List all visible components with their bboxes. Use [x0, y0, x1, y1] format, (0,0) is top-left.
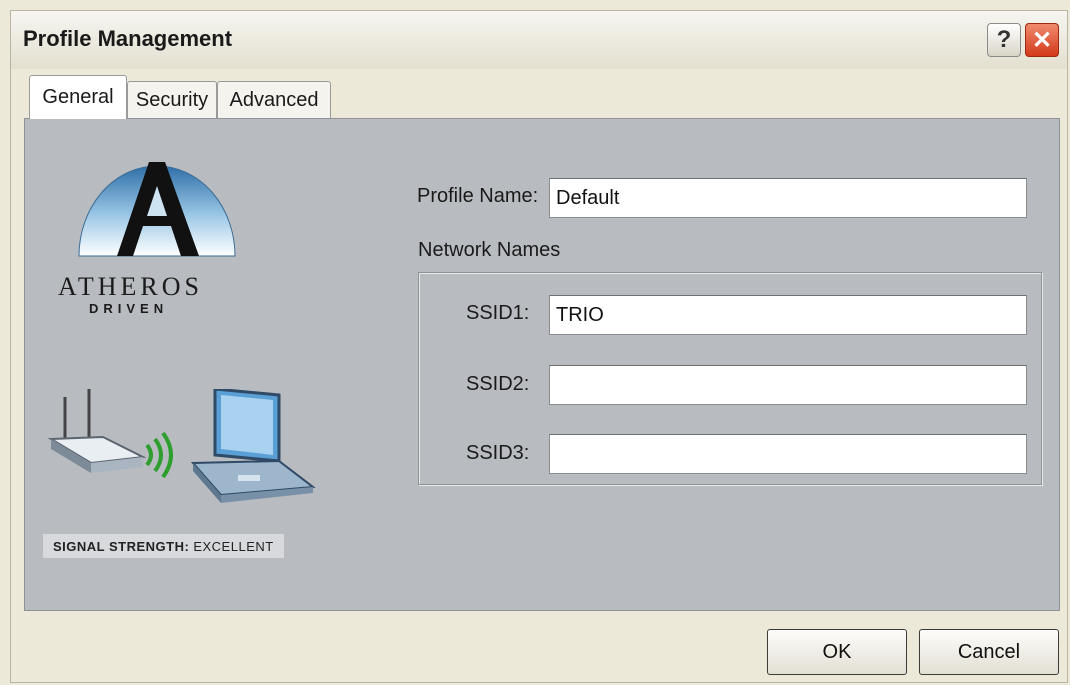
tab-general[interactable]: General [29, 75, 127, 119]
wireless-router-icon [47, 389, 147, 473]
profile-name-input[interactable] [549, 178, 1027, 218]
ssid2-input[interactable] [549, 365, 1027, 405]
profile-management-dialog: Profile Management ? ✕ General Security … [10, 10, 1068, 683]
ok-button[interactable]: OK [767, 629, 907, 675]
ssid3-input[interactable] [549, 434, 1027, 474]
cancel-button[interactable]: Cancel [919, 629, 1059, 675]
signal-waves-icon [145, 431, 173, 479]
atheros-dome-logo-icon [78, 162, 236, 257]
signal-strength-label: SIGNAL STRENGTH: [53, 538, 190, 554]
question-mark-icon: ? [996, 26, 1012, 53]
laptop-icon [190, 387, 316, 503]
title-bar[interactable]: Profile Management ? ✕ [11, 11, 1067, 69]
brand-name: ATHEROS [58, 272, 204, 301]
signal-strength-indicator: SIGNAL STRENGTH: EXCELLENT [43, 534, 284, 558]
brand-tagline: DRIVEN [89, 301, 169, 316]
cancel-button-label: Cancel [957, 640, 1021, 663]
tab-advanced[interactable]: Advanced [217, 81, 331, 119]
atheros-logo [77, 144, 236, 269]
general-tab-panel: ATHEROS DRIVEN SIGNAL STRENGTH: EXCELLEN… [24, 118, 1060, 611]
tab-label: Advanced [229, 89, 319, 111]
profile-name-label: Profile Name: [417, 185, 539, 207]
network-names-label: Network Names [418, 239, 561, 261]
ok-button-label: OK [822, 640, 852, 663]
tab-label: General [42, 86, 114, 108]
ssid3-label: SSID3: [466, 442, 530, 464]
ssid2-label: SSID2: [466, 373, 530, 395]
ssid1-input[interactable] [549, 295, 1027, 335]
close-icon: ✕ [1031, 26, 1053, 54]
dialog-title: Profile Management [23, 26, 233, 51]
close-button[interactable]: ✕ [1025, 23, 1059, 57]
ssid1-label: SSID1: [466, 302, 530, 324]
tab-label: Security [135, 89, 209, 111]
signal-strength-value: EXCELLENT [193, 538, 274, 554]
tab-security[interactable]: Security [127, 81, 217, 119]
signal-illustration [43, 387, 343, 514]
help-button[interactable]: ? [987, 23, 1021, 57]
